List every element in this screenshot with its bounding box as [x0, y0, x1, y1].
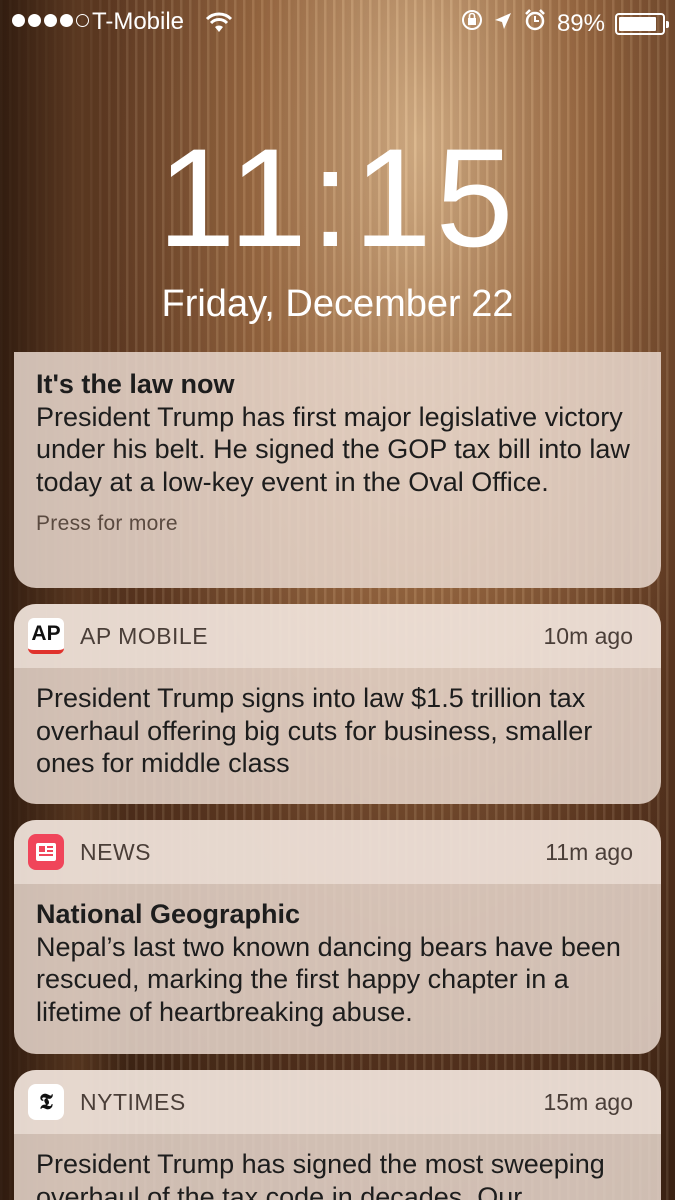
carrier-name: T-Mobile	[92, 8, 185, 35]
wifi-icon	[204, 10, 234, 41]
notification-body: President Trump signs into law $1.5 tril…	[36, 683, 593, 778]
status-bar: T-Mobile 89%	[0, 0, 675, 44]
battery-percent: 89%	[556, 9, 605, 37]
alarm-icon	[523, 8, 547, 39]
notification-header: 𝕿 NYTIMES 15m ago	[14, 1070, 661, 1134]
notification-card-nytimes[interactable]: 𝕿 NYTIMES 15m ago President Trump has si…	[14, 1070, 661, 1200]
notification-app-name: AP MOBILE	[80, 622, 209, 649]
press-for-more-hint: Press for more	[36, 512, 178, 535]
notification-body: Nepal’s last two known dancing bears hav…	[36, 931, 621, 1027]
notification-app-name: NEWS	[80, 838, 151, 865]
notification-title: National Geographic	[36, 899, 301, 929]
notification-header: AP AP MOBILE 10m ago	[14, 604, 661, 668]
battery-icon	[615, 12, 669, 35]
notification-title: It's the law now	[36, 369, 235, 399]
notification-header: NEWS 11m ago	[14, 820, 661, 884]
nytimes-app-icon: 𝕿	[28, 1084, 64, 1120]
notification-card[interactable]: It's the law now President Trump has fir…	[14, 352, 661, 588]
notification-time: 10m ago	[543, 622, 633, 649]
notification-time: 15m ago	[543, 1088, 633, 1115]
ap-mobile-app-icon: AP	[28, 618, 64, 654]
status-right: 89%	[461, 8, 669, 39]
news-app-icon	[28, 834, 64, 870]
orientation-lock-icon	[461, 9, 483, 38]
lock-screen-time: 11:15	[157, 119, 518, 276]
location-icon	[493, 10, 513, 38]
notification-body: President Trump has first major legislat…	[36, 401, 630, 497]
notification-time: 11m ago	[545, 838, 633, 865]
signal-strength-icon	[12, 14, 89, 27]
notification-app-name: NYTIMES	[80, 1088, 186, 1115]
notification-body: President Trump has signed the most swee…	[36, 1149, 605, 1200]
notification-card-ap-mobile[interactable]: AP AP MOBILE 10m ago President Trump sig…	[14, 604, 661, 804]
lock-screen-date: Friday, December 22	[161, 283, 514, 325]
notification-card-news[interactable]: NEWS 11m ago National Geographic Nepal’s…	[14, 820, 661, 1054]
